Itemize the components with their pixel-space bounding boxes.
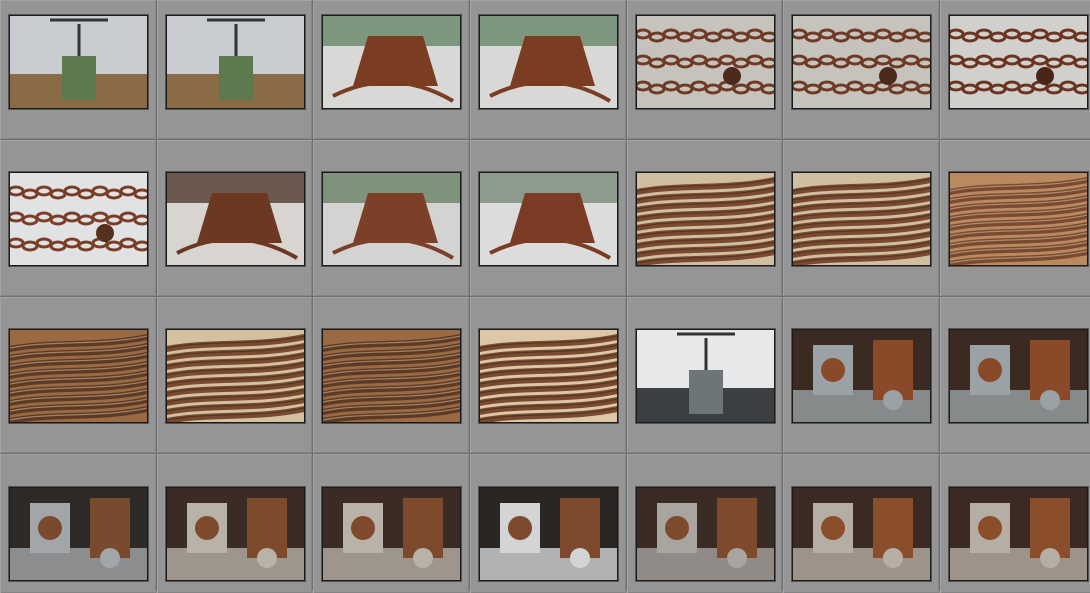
photo-excavator-boom-snow xyxy=(167,16,304,108)
thumbnail-image[interactable] xyxy=(166,329,305,423)
photo-cable-pile-sand xyxy=(793,173,930,265)
photo-undercarriage-wheels xyxy=(167,488,304,580)
photo-machinery-interior-snow xyxy=(480,488,617,580)
thumbnail-image[interactable] xyxy=(636,329,775,423)
thumbnail-cell[interactable] xyxy=(940,140,1090,296)
thumbnail-image[interactable] xyxy=(322,15,461,109)
thumbnail-cell[interactable] xyxy=(313,454,469,593)
photo-bucket-side-snow xyxy=(323,173,460,265)
thumbnail-cell[interactable] xyxy=(470,140,626,296)
thumbnail-cell[interactable] xyxy=(157,454,313,593)
thumbnail-cell[interactable] xyxy=(783,0,939,139)
thumbnail-image[interactable] xyxy=(9,15,148,109)
thumbnail-cell[interactable] xyxy=(157,297,313,453)
thumbnail-image[interactable] xyxy=(792,487,931,581)
thumbnail-image[interactable] xyxy=(792,15,931,109)
photo-cable-strands-closeup xyxy=(323,330,460,422)
thumbnail-image[interactable] xyxy=(479,15,618,109)
thumbnail-image[interactable] xyxy=(166,487,305,581)
thumbnail-cell[interactable] xyxy=(0,297,156,453)
photo-chain-hook-closeup xyxy=(637,16,774,108)
thumbnail-image[interactable] xyxy=(949,15,1088,109)
photo-track-wheels-rust xyxy=(950,488,1087,580)
photo-chain-hook-closeup xyxy=(793,16,930,108)
thumbnail-image[interactable] xyxy=(166,172,305,266)
thumbnail-image[interactable] xyxy=(322,329,461,423)
thumbnail-image[interactable] xyxy=(949,487,1088,581)
thumbnail-cell[interactable] xyxy=(313,297,469,453)
photo-cable-pile-sand xyxy=(637,173,774,265)
photo-machinery-gears xyxy=(793,330,930,422)
thumbnail-cell[interactable] xyxy=(0,0,156,139)
thumbnail-image[interactable] xyxy=(479,172,618,266)
thumbnail-image[interactable] xyxy=(792,329,931,423)
thumbnail-image[interactable] xyxy=(9,329,148,423)
photo-cable-strands-closeup xyxy=(10,330,147,422)
thumbnail-image[interactable] xyxy=(636,487,775,581)
thumbnail-image[interactable] xyxy=(636,15,775,109)
photo-undercarriage-side xyxy=(637,488,774,580)
thumbnail-cell[interactable] xyxy=(470,0,626,139)
thumbnail-image[interactable] xyxy=(792,172,931,266)
thumbnail-image[interactable] xyxy=(9,172,148,266)
thumbnail-image[interactable] xyxy=(166,15,305,109)
photo-rusty-bucket-on-snow xyxy=(323,16,460,108)
thumbnail-image[interactable] xyxy=(949,329,1088,423)
photo-bucket-frame-snow xyxy=(480,173,617,265)
thumbnail-cell[interactable] xyxy=(470,297,626,453)
thumbnail-cell[interactable] xyxy=(783,297,939,453)
photo-machinery-gears xyxy=(950,330,1087,422)
photo-undercarriage-cables xyxy=(10,488,147,580)
photo-track-wheels-rust xyxy=(793,488,930,580)
thumbnail-cell[interactable] xyxy=(940,454,1090,593)
thumbnail-cell[interactable] xyxy=(627,0,783,139)
photo-excavator-cab-sky xyxy=(637,330,774,422)
thumbnail-image[interactable] xyxy=(322,172,461,266)
thumbnail-cell[interactable] xyxy=(627,140,783,296)
thumbnail-cell[interactable] xyxy=(157,0,313,139)
thumbnail-cell[interactable] xyxy=(940,297,1090,453)
thumbnail-cell[interactable] xyxy=(0,140,156,296)
thumbnail-cell[interactable] xyxy=(157,140,313,296)
thumbnail-grid xyxy=(0,0,1090,590)
thumbnail-image[interactable] xyxy=(479,329,618,423)
thumbnail-image[interactable] xyxy=(322,487,461,581)
thumbnail-cell[interactable] xyxy=(783,454,939,593)
thumbnail-cell[interactable] xyxy=(627,454,783,593)
photo-cable-pile-closeup xyxy=(950,173,1087,265)
thumbnail-image[interactable] xyxy=(949,172,1088,266)
photo-cable-ends-sand xyxy=(480,330,617,422)
photo-chains-on-snow xyxy=(10,173,147,265)
thumbnail-cell[interactable] xyxy=(313,0,469,139)
thumbnail-cell[interactable] xyxy=(470,454,626,593)
photo-undercarriage-wheels xyxy=(323,488,460,580)
photo-cable-ends-sand xyxy=(167,330,304,422)
thumbnail-cell[interactable] xyxy=(0,454,156,593)
photo-chain-loop-snow xyxy=(950,16,1087,108)
thumbnail-cell[interactable] xyxy=(627,297,783,453)
thumbnail-cell[interactable] xyxy=(313,140,469,296)
thumbnail-cell[interactable] xyxy=(783,140,939,296)
thumbnail-image[interactable] xyxy=(9,487,148,581)
thumbnail-image[interactable] xyxy=(479,487,618,581)
thumbnail-image[interactable] xyxy=(636,172,775,266)
thumbnail-cell[interactable] xyxy=(940,0,1090,139)
photo-rusty-bucket-on-snow xyxy=(480,16,617,108)
photo-excavator-boom-snow xyxy=(10,16,147,108)
photo-bucket-teeth-closeup xyxy=(167,173,304,265)
